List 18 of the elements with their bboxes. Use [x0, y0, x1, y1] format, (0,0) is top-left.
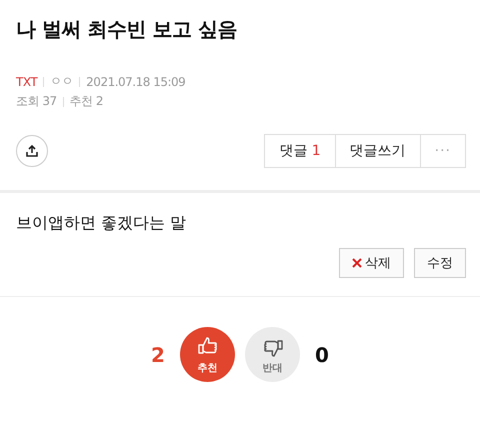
vote-count: 2 [150, 342, 166, 366]
author-name: ㅇㅇ [50, 73, 74, 90]
oppose-button[interactable]: 반대 [245, 327, 300, 382]
share-button[interactable] [16, 135, 48, 167]
share-icon [25, 144, 39, 158]
recommend-button[interactable]: 추천 [180, 327, 235, 382]
post-datetime: 2021.07.18 15:09 [86, 74, 186, 88]
post-title: 나 벌써 최수빈 보고 싶음 [16, 16, 238, 43]
write-comment-button[interactable]: 댓글쓰기 [334, 134, 421, 168]
close-icon [352, 258, 362, 268]
view-count: 조회 37 [16, 93, 57, 110]
recommend-count: 추천 2 [70, 93, 104, 110]
vote-count: 0 [314, 342, 330, 366]
board-name[interactable]: TXT [16, 74, 38, 88]
delete-button[interactable]: 삭제 [339, 248, 404, 278]
post-body: 브이앱하면 좋겠다는 말 [15, 212, 188, 234]
comments-button[interactable]: 댓글 1 [264, 134, 336, 168]
edit-button[interactable]: 수정 [414, 248, 466, 278]
